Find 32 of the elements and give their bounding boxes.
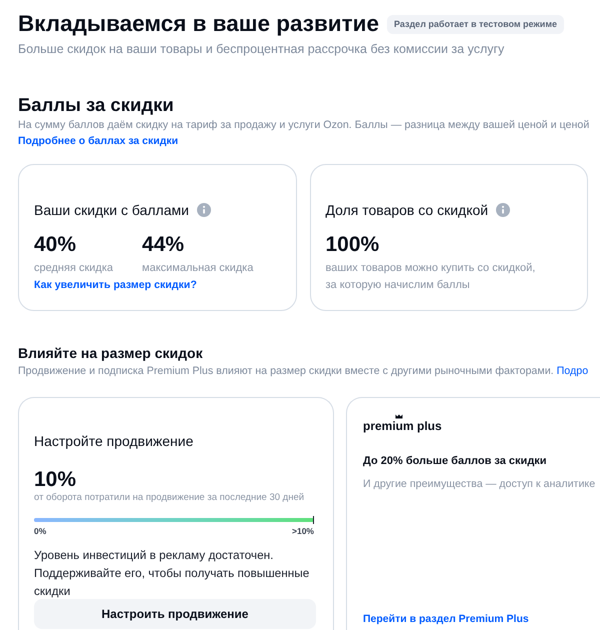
premium-plus-logo: premium plus xyxy=(363,419,442,433)
stat-value: 44% xyxy=(142,233,186,257)
info-icon[interactable] xyxy=(496,203,510,217)
progress-max-label: >10% xyxy=(292,526,314,536)
section-description: На сумму баллов даём скидку на тариф за продажу и услуги Ozon. Баллы — разница между вашей ценой и ценой xyxy=(18,118,590,133)
stat-label: максимальная скидка xyxy=(142,261,254,276)
more-link[interactable]: Подро xyxy=(556,365,588,377)
stat-value: 10% xyxy=(34,468,78,492)
section-description: Продвижение и подписка Premium Plus влияют на размер скидки вместе с другими рыночными факторами. Подро xyxy=(18,364,588,379)
card-title: Ваши скидки с баллами xyxy=(34,201,189,220)
test-mode-badge: Раздел работает в тестовом режиме xyxy=(387,14,564,34)
card-title: Доля товаров со скидкой xyxy=(326,201,488,220)
page-title: Вкладываемся в ваше развитие xyxy=(18,10,379,38)
points-info-link[interactable]: Подробнее о баллах за скидки xyxy=(18,133,178,149)
page-subtitle: Больше скидок на ваши товары и беспроцентная рассрочка без комиссии за услугу xyxy=(18,41,504,58)
promotion-message: Уровень инвестиций в рекламу достаточен. Поддерживайте его, чтобы получать повышенные скидки xyxy=(34,547,310,600)
stat-label: ваших товаров можно купить со скидкой, за которую начислим баллы xyxy=(326,261,536,293)
setup-promotion-button[interactable]: Настроить продвижение xyxy=(34,599,316,629)
progress-min-label: 0% xyxy=(34,526,46,536)
crown-icon xyxy=(395,414,403,419)
info-icon[interactable] xyxy=(196,203,211,217)
section-title: Баллы за скидки xyxy=(18,93,174,117)
stat-caption: от оборота потратили на продвижение за последние 30 дней xyxy=(34,492,306,504)
increase-discount-link[interactable]: Как увеличить размер скидки? xyxy=(34,277,284,293)
stat-value: 40% xyxy=(34,233,78,257)
premium-description: И другие преимущества — доступ к аналитике xyxy=(363,477,596,492)
premium-section-link[interactable]: Перейти в раздел Premium Plus xyxy=(363,611,529,627)
premium-title: До 20% больше баллов за скидки xyxy=(363,454,547,469)
section-title: Влияйте на размер скидок xyxy=(18,344,203,363)
card-title: Настройте продвижение xyxy=(34,432,194,451)
stat-label: средняя скидка xyxy=(34,261,114,276)
stat-value: 100% xyxy=(326,233,380,257)
